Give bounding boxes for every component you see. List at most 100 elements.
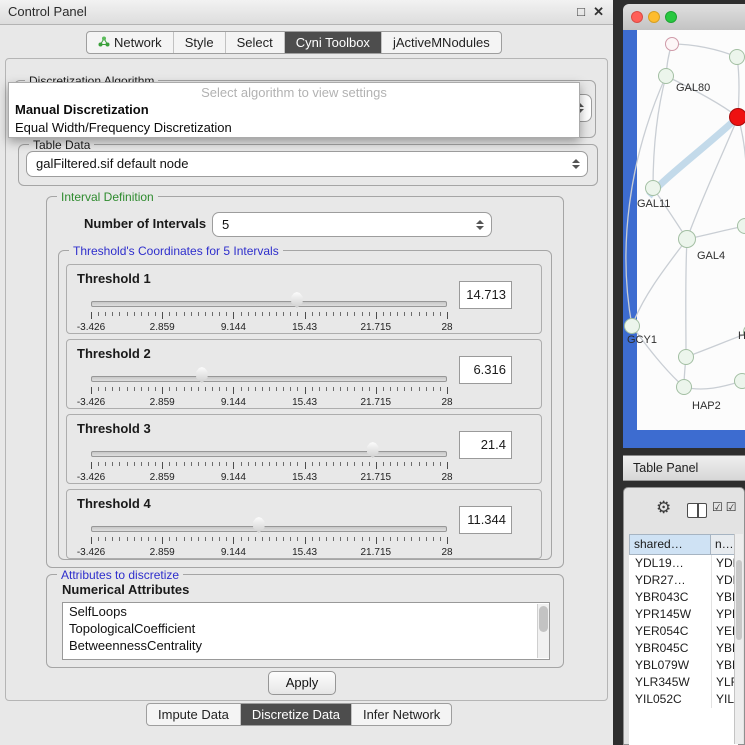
tick xyxy=(105,387,106,391)
table-row[interactable]: YBR045CYBR0… xyxy=(629,640,738,657)
network-node-gal11[interactable] xyxy=(645,180,661,196)
interval-definition-group-title: Interval Definition xyxy=(57,190,158,204)
network-node-hap2[interactable] xyxy=(676,379,692,395)
table-row[interactable]: YDL19…YDL1… xyxy=(629,555,738,572)
table-row[interactable]: YBL079WYBL0… xyxy=(629,657,738,674)
table-data-group-title: Table Data xyxy=(29,138,94,152)
table-row[interactable]: YDR27…YDR2… xyxy=(629,572,738,589)
tick xyxy=(184,462,185,466)
table-row[interactable]: YER054CYER0… xyxy=(629,623,738,640)
column-header-shared-name[interactable]: shared… xyxy=(629,534,711,555)
tab-infer-network[interactable]: Infer Network xyxy=(351,704,451,725)
tick xyxy=(212,537,213,541)
tick xyxy=(241,312,242,316)
gear-icon[interactable]: ⚙ xyxy=(656,498,671,518)
tick xyxy=(419,462,420,466)
network-node[interactable] xyxy=(678,349,694,365)
tick xyxy=(112,462,113,466)
threshold-value-field[interactable]: 11.344 xyxy=(459,506,512,534)
apply-button[interactable]: Apply xyxy=(268,671,336,695)
attribute-list-item[interactable]: TopologicalCoefficient xyxy=(63,620,549,637)
tick xyxy=(347,387,348,391)
tick xyxy=(105,312,106,316)
network-node-gcy1[interactable] xyxy=(624,318,640,334)
tick xyxy=(411,462,412,466)
slider-track[interactable] xyxy=(91,376,447,382)
close-icon[interactable]: ✕ xyxy=(593,0,604,24)
tab-label: Discretize Data xyxy=(252,704,340,725)
numerical-attributes-list[interactable]: SelfLoopsTopologicalCoefficientBetweenne… xyxy=(62,602,550,660)
network-window-titlebar xyxy=(623,4,745,31)
tick xyxy=(134,387,135,391)
slider-track[interactable] xyxy=(91,451,447,457)
algorithm-combo-placeholder: Select algorithm to view settings xyxy=(9,85,579,100)
threshold-value-field[interactable]: 14.713 xyxy=(459,281,512,309)
number-of-intervals-combo[interactable]: 5 xyxy=(212,212,492,237)
tick xyxy=(98,537,99,541)
network-node-gal4[interactable] xyxy=(678,230,696,248)
network-node[interactable] xyxy=(734,373,745,389)
scale-label: 21.715 xyxy=(361,472,392,483)
tab-style[interactable]: Style xyxy=(173,32,225,53)
table-data-combo[interactable]: galFiltered.sif default node xyxy=(26,151,588,177)
tab-network[interactable]: Network xyxy=(87,32,173,53)
tick xyxy=(440,312,441,316)
restore-icon[interactable]: □ xyxy=(577,0,585,24)
network-node-gal80[interactable] xyxy=(658,68,674,84)
tick xyxy=(290,462,291,466)
slider-track[interactable] xyxy=(91,526,447,532)
tick xyxy=(91,537,92,544)
table-data-combo-value: galFiltered.sif default node xyxy=(36,152,565,176)
table-row[interactable]: YLR345WYLR3… xyxy=(629,674,738,691)
checkbox-icons[interactable]: ☑☑ xyxy=(712,500,740,514)
tick xyxy=(112,537,113,541)
tick xyxy=(176,462,177,466)
tab-discretize-data[interactable]: Discretize Data xyxy=(240,704,351,725)
scale-label: -3.426 xyxy=(77,472,105,483)
scale-label: 28 xyxy=(441,472,452,483)
attribute-list-item[interactable]: BetweennessCentrality xyxy=(63,637,549,654)
network-node[interactable] xyxy=(729,108,745,126)
tick xyxy=(362,537,363,541)
minimize-traffic-light[interactable] xyxy=(648,11,660,23)
tick xyxy=(404,537,405,541)
scale-label: 9.144 xyxy=(221,322,246,333)
attributes-scrollbar[interactable] xyxy=(537,604,549,658)
network-node[interactable] xyxy=(729,49,745,65)
tick xyxy=(362,387,363,391)
columns-icon[interactable] xyxy=(687,503,707,518)
tab-impute-data[interactable]: Impute Data xyxy=(147,704,240,725)
tick xyxy=(312,312,313,316)
tick xyxy=(326,387,327,391)
tab-label: Infer Network xyxy=(363,704,440,725)
network-node[interactable] xyxy=(665,37,679,51)
tab-jactivemnodules[interactable]: jActiveMNodules xyxy=(381,32,501,53)
tick xyxy=(98,387,99,391)
algorithm-option[interactable]: Manual Discretization xyxy=(9,101,579,119)
table-scrollbar[interactable] xyxy=(734,534,743,744)
tab-select[interactable]: Select xyxy=(225,32,284,53)
zoom-traffic-light[interactable] xyxy=(665,11,677,23)
scale-label: 15.43 xyxy=(292,322,317,333)
tick xyxy=(269,537,270,541)
close-traffic-light[interactable] xyxy=(631,11,643,23)
tick xyxy=(205,387,206,391)
tick xyxy=(205,312,206,316)
tick xyxy=(319,387,320,391)
slider-track[interactable] xyxy=(91,301,447,307)
scrollbar-thumb[interactable] xyxy=(736,560,742,640)
tab-cyni-toolbox[interactable]: Cyni Toolbox xyxy=(284,32,381,53)
scrollbar-thumb[interactable] xyxy=(539,606,548,632)
network-view[interactable]: GAL80GAL11GAL4GCY1HHAP2 xyxy=(623,30,745,448)
table-row[interactable]: YBR043CYBR0… xyxy=(629,589,738,606)
threshold-value-field[interactable]: 6.316 xyxy=(459,356,512,384)
attribute-list-item[interactable]: SelfLoops xyxy=(63,603,549,620)
algorithm-option[interactable]: Equal Width/Frequency Discretization xyxy=(9,119,579,137)
threshold-value-field[interactable]: 21.4 xyxy=(459,431,512,459)
table-row[interactable]: YPR145WYPR1… xyxy=(629,606,738,623)
tick xyxy=(433,312,434,316)
tick xyxy=(333,462,334,466)
tick xyxy=(426,462,427,466)
tick xyxy=(169,387,170,391)
table-row[interactable]: YIL052CYIL0… xyxy=(629,691,738,708)
